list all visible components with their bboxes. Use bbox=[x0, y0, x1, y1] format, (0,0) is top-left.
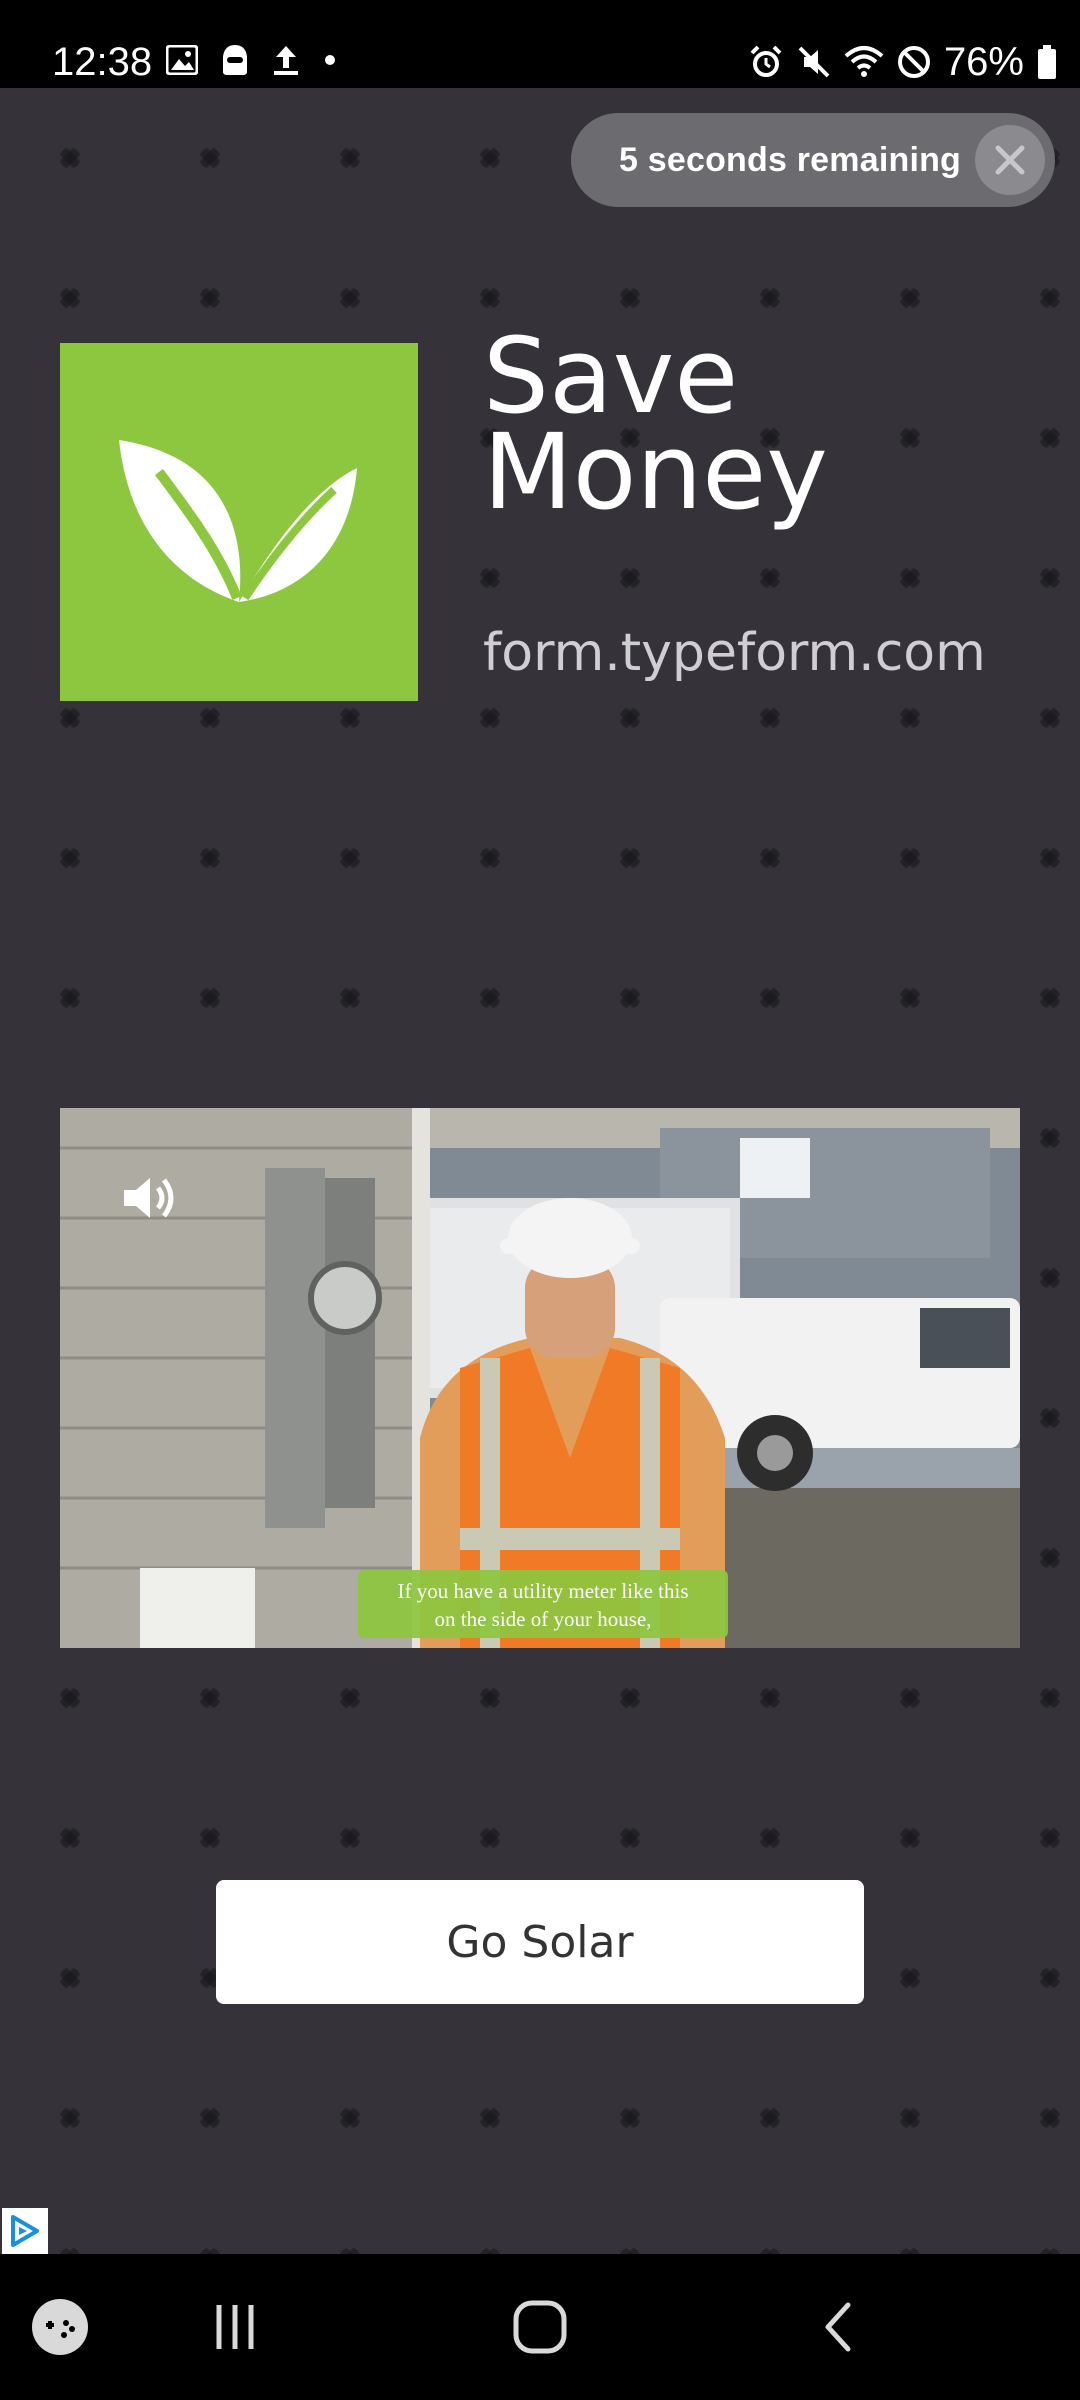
game-launcher-button[interactable] bbox=[20, 2254, 100, 2400]
close-ad-button[interactable] bbox=[975, 125, 1045, 195]
notification-icons bbox=[166, 44, 338, 76]
skip-countdown-text: 5 seconds remaining bbox=[619, 140, 962, 179]
alarm-icon bbox=[750, 45, 782, 77]
dot-icon bbox=[325, 55, 335, 65]
ad-video[interactable]: If you have a utility meter like this on… bbox=[60, 1108, 1020, 1648]
volume-icon bbox=[124, 1178, 174, 1218]
image-icon bbox=[166, 45, 198, 75]
adchoices-button[interactable] bbox=[2, 2208, 48, 2254]
dnd-icon bbox=[897, 46, 930, 78]
interstitial-ad: 5 seconds remaining Save Money form.type… bbox=[0, 88, 1080, 2254]
status-time: 12:38 bbox=[52, 40, 153, 84]
caption-line-1: If you have a utility meter like this bbox=[397, 1579, 688, 1603]
ad-domain: form.typeform.com bbox=[483, 623, 986, 683]
battery-icon bbox=[1038, 45, 1056, 79]
caption-line-2: on the side of your house, bbox=[435, 1607, 652, 1631]
ad-title[interactable]: Save Money bbox=[483, 324, 1043, 524]
game-launcher-icon bbox=[32, 2299, 88, 2355]
leaf-logo-icon bbox=[119, 440, 357, 602]
system-icons: 76% bbox=[748, 38, 1058, 86]
close-icon bbox=[995, 145, 1025, 175]
mute-icon bbox=[798, 46, 830, 78]
adchoices-icon bbox=[11, 2215, 39, 2247]
video-frame: If you have a utility meter like this on… bbox=[60, 1108, 1020, 1648]
upload-icon bbox=[274, 46, 298, 75]
cta-button[interactable]: Go Solar bbox=[216, 1880, 864, 2004]
status-bar: 12:38 76% bbox=[0, 0, 1080, 88]
navigation-bar bbox=[0, 2254, 1080, 2400]
battery-percent: 76% bbox=[943, 40, 1024, 84]
recents-button[interactable] bbox=[190, 2254, 280, 2400]
back-button[interactable] bbox=[800, 2254, 880, 2400]
skip-countdown-pill: 5 seconds remaining bbox=[571, 113, 1055, 207]
wifi-icon bbox=[844, 46, 884, 77]
advertiser-logo[interactable] bbox=[60, 343, 418, 701]
bitmoji-icon bbox=[223, 45, 247, 75]
home-button[interactable] bbox=[490, 2254, 590, 2400]
volume-button[interactable] bbox=[118, 1166, 182, 1230]
home-icon bbox=[513, 2300, 567, 2354]
back-icon bbox=[825, 2302, 851, 2352]
recents-icon bbox=[216, 2305, 254, 2349]
